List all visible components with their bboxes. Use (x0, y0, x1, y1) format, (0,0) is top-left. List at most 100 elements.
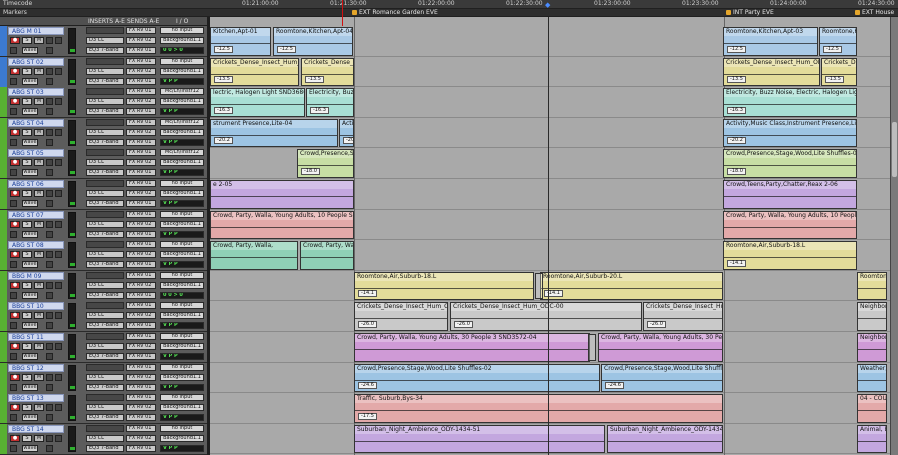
input-monitor-button[interactable] (46, 37, 53, 44)
insert-slot-a[interactable] (86, 180, 124, 187)
solo-button[interactable]: S (22, 312, 32, 320)
volume-display[interactable]: V P P (160, 322, 204, 330)
insert-slot-a[interactable] (86, 210, 124, 218)
input-monitor-button[interactable] (46, 190, 53, 197)
track-name[interactable]: ABG ST 08 (8, 241, 64, 250)
view-selector-wave[interactable]: wave (22, 383, 38, 391)
send-slot-b[interactable]: FX RV 02 (126, 312, 156, 320)
audio-clip[interactable]: Weather, Win (857, 363, 887, 393)
audio-clip[interactable]: Crickets_Dense_Insect_Hum_ODC-00 -13.5 (210, 57, 299, 87)
send-slot-c[interactable]: FX RV 01 (126, 414, 156, 422)
clip-gain-readout[interactable]: -13.5 (305, 76, 324, 84)
send-slot-a[interactable]: FX RV 01 (126, 394, 156, 402)
insert-slot-b[interactable]: D3 CL (86, 190, 124, 197)
clip-gain-readout[interactable]: -16.3 (727, 106, 746, 114)
volume-display[interactable]: V P P (160, 169, 204, 177)
send-slot-c[interactable]: FX RV 01 (126, 47, 156, 54)
input-selector[interactable]: Mc/Ln/Instr12 (160, 118, 204, 126)
input-monitor-button[interactable] (46, 220, 53, 228)
track-name[interactable]: BBG M 09 (8, 271, 64, 280)
record-button[interactable]: ● (10, 37, 20, 44)
insert-slot-c[interactable]: EQ3 7-Band (86, 322, 124, 330)
volume-display[interactable]: V P P (160, 77, 204, 85)
insert-slot-c[interactable]: EQ3 7-Band (86, 230, 124, 238)
send-slot-c[interactable]: FX RV 01 (126, 108, 156, 116)
audio-clip[interactable]: Crowd, Party, Walla, Young Adults, 30 Pe… (598, 333, 723, 362)
track-option-button[interactable] (55, 67, 62, 75)
track-option-button[interactable] (55, 373, 62, 381)
insert-slot-b[interactable]: D3 CL (86, 159, 124, 167)
view-selector-wave[interactable]: wave (22, 77, 38, 85)
audio-clip[interactable]: Crickets_Dense_Insect_Hum_ODC-00 -26.0 (354, 302, 448, 331)
record-button[interactable]: ● (10, 434, 20, 442)
audio-clip[interactable]: Crickets_Dense_Insect -13.5 (301, 57, 354, 87)
input-selector[interactable]: no input (160, 424, 204, 432)
automation-button[interactable] (46, 169, 53, 177)
audio-clip[interactable]: Roomtone,Kitchen,Apt-03 -12.5 (723, 27, 818, 56)
send-slot-a[interactable]: FX RV 01 (126, 118, 156, 126)
send-slot-c[interactable]: FX RV 01 (126, 169, 156, 177)
volume-display[interactable]: V P P (160, 444, 204, 452)
marker-item[interactable]: EXT House (855, 9, 894, 17)
send-slot-c[interactable]: FX RV 01 (126, 383, 156, 391)
input-selector[interactable]: no input (160, 241, 204, 249)
clip-gain-readout[interactable]: -20.2 (727, 137, 746, 145)
send-slot-c[interactable]: FX RV 01 (126, 200, 156, 207)
insert-slot-b[interactable]: D3 CL (86, 67, 124, 75)
insert-slot-c[interactable]: EQ3 7-Band (86, 108, 124, 116)
track-option-button[interactable] (55, 404, 62, 412)
clip-gain-readout[interactable]: -13.5 (214, 76, 233, 84)
track-option-button[interactable] (55, 312, 62, 320)
track-name[interactable]: ABG ST 03 (8, 88, 64, 97)
audio-clip[interactable]: Crowd, Party, Walla, Young Adults, 10 Pe… (210, 210, 354, 240)
track-name[interactable]: BBG ST 13 (8, 394, 64, 403)
playlist-button[interactable] (10, 383, 17, 391)
insert-slot-b[interactable]: D3 CL (86, 37, 124, 44)
crossfade[interactable] (588, 334, 596, 361)
clip-gain-readout[interactable]: -14.1 (727, 259, 746, 267)
audio-clip[interactable]: Roomtone (857, 271, 887, 301)
insert-slot-c[interactable]: EQ3 7-Band (86, 77, 124, 85)
input-monitor-button[interactable] (46, 128, 53, 136)
audio-clip[interactable]: Crowd, Party, Walla, Young Adults, 10 Pe… (723, 210, 857, 240)
audio-clip[interactable]: Electricity, Buzz Noise, Electric, Halog… (723, 88, 857, 117)
automation-button[interactable] (46, 200, 53, 207)
track-option-button[interactable] (55, 434, 62, 442)
mute-button[interactable]: M (34, 98, 44, 106)
clip-gain-readout[interactable]: -26.0 (647, 320, 666, 328)
clip-gain-readout[interactable]: -14.1 (544, 290, 563, 298)
audio-clip[interactable]: Roomtone,Air,Suburb-18.L -14.1 (723, 241, 857, 270)
insert-slot-c[interactable]: EQ3 7-Band (86, 169, 124, 177)
input-monitor-button[interactable] (46, 404, 53, 412)
input-selector[interactable]: no input (160, 271, 204, 279)
volume-display[interactable]: V P P (160, 261, 204, 269)
mute-button[interactable]: M (34, 312, 44, 320)
track-name[interactable]: ABG M 01 (8, 27, 64, 35)
send-slot-b[interactable]: FX RV 02 (126, 281, 156, 289)
output-selector[interactable]: Background1.1 (160, 312, 204, 320)
automation-button[interactable] (46, 261, 53, 269)
insert-slot-a[interactable] (86, 88, 124, 96)
send-slot-b[interactable]: FX RV 02 (126, 37, 156, 44)
clip-gain-readout[interactable]: -18.0 (301, 167, 320, 175)
clip-gain-readout[interactable]: -13.5 (825, 76, 844, 84)
track-name[interactable]: BBG ST 11 (8, 333, 64, 341)
solo-button[interactable]: S (22, 128, 32, 136)
send-slot-c[interactable]: FX RV 01 (126, 261, 156, 269)
mute-button[interactable]: M (34, 373, 44, 381)
insert-slot-a[interactable] (86, 241, 124, 249)
audio-clip[interactable]: Crowd, Party, Walla, Young Adults, 30 Pe… (354, 333, 590, 362)
mute-button[interactable]: M (34, 128, 44, 136)
playlist-button[interactable] (10, 108, 17, 116)
send-slot-b[interactable]: FX RV 02 (126, 343, 156, 350)
track-name[interactable]: ABG ST 02 (8, 57, 64, 66)
volume-display[interactable]: V P P (160, 383, 204, 391)
playlist-button[interactable] (10, 261, 17, 269)
send-slot-a[interactable]: FX RV 01 (126, 210, 156, 218)
insert-slot-b[interactable]: D3 CL (86, 128, 124, 136)
record-button[interactable]: ● (10, 67, 20, 75)
input-monitor-button[interactable] (46, 67, 53, 75)
automation-button[interactable] (46, 444, 53, 452)
playlist-button[interactable] (10, 230, 17, 238)
volume-display[interactable]: V P P (160, 414, 204, 422)
